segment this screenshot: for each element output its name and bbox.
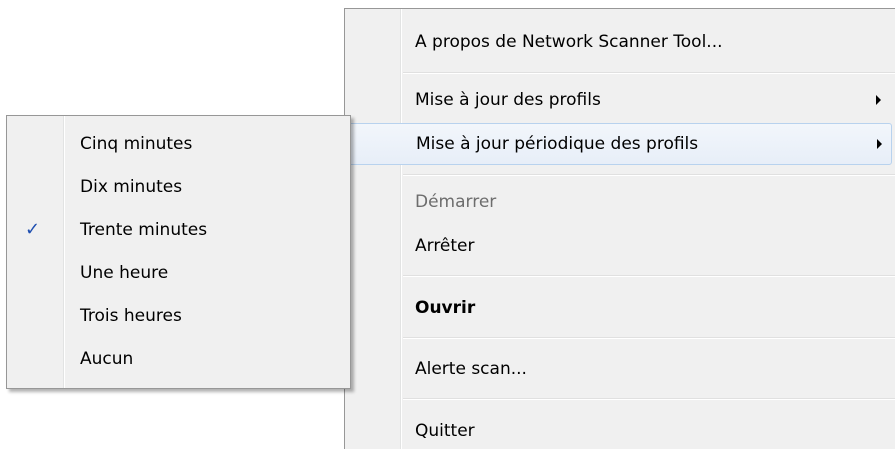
menu-item-stop-label: Arrêter [415, 236, 475, 256]
checkmark-icon: ✓ [25, 218, 41, 240]
submenu-item-three-hours[interactable]: Trois heures [7, 294, 350, 337]
menu-item-quit-label: Quitter [415, 421, 475, 441]
submenu-item-none[interactable]: Aucun [7, 337, 350, 380]
submenu-item-ten-minutes[interactable]: Dix minutes [7, 165, 350, 208]
submenu-item-label: Une heure [80, 262, 169, 283]
menu-item-start-label: Démarrer [415, 192, 497, 212]
submenu-item-label: Cinq minutes [80, 133, 193, 154]
menu-item-scan-alert[interactable]: Alerte scan... [345, 348, 895, 390]
submenu-arrow-icon [877, 139, 882, 149]
menu-item-quit[interactable]: Quitter [345, 410, 895, 452]
submenu-item-label: Trois heures [80, 305, 182, 326]
menu-item-periodic-update-label: Mise à jour périodique des profils [416, 134, 699, 154]
submenu-arrow-icon [876, 95, 881, 105]
menu-item-scan-alert-label: Alerte scan... [415, 359, 527, 379]
menu-item-stop[interactable]: Arrêter [345, 225, 895, 267]
menu-separator [403, 398, 895, 400]
menu-item-open[interactable]: Ouvrir [345, 287, 895, 329]
submenu-item-five-minutes[interactable]: Cinq minutes [7, 122, 350, 165]
menu-item-start: Démarrer [345, 181, 895, 223]
submenu-item-label: Dix minutes [80, 176, 183, 197]
menu-separator [403, 337, 895, 339]
context-menu: A propos de Network Scanner Tool... Mise… [344, 8, 895, 449]
submenu-item-one-hour[interactable]: Une heure [7, 251, 350, 294]
menu-separator [403, 72, 895, 74]
menu-item-update-profiles-label: Mise à jour des profils [415, 90, 601, 110]
menu-item-open-label: Ouvrir [415, 298, 476, 318]
submenu-item-thirty-minutes[interactable]: ✓ Trente minutes [7, 208, 350, 251]
periodic-update-submenu: Cinq minutes Dix minutes ✓ Trente minute… [6, 115, 351, 389]
menu-item-about[interactable]: A propos de Network Scanner Tool... [345, 21, 895, 63]
menu-item-update-profiles[interactable]: Mise à jour des profils [345, 79, 895, 121]
submenu-item-label: Trente minutes [80, 219, 208, 240]
menu-separator [403, 174, 895, 176]
menu-item-periodic-update[interactable]: Mise à jour périodique des profils [348, 123, 892, 165]
menu-separator [403, 275, 895, 277]
submenu-item-label: Aucun [80, 348, 134, 369]
menu-item-about-label: A propos de Network Scanner Tool... [415, 32, 723, 52]
